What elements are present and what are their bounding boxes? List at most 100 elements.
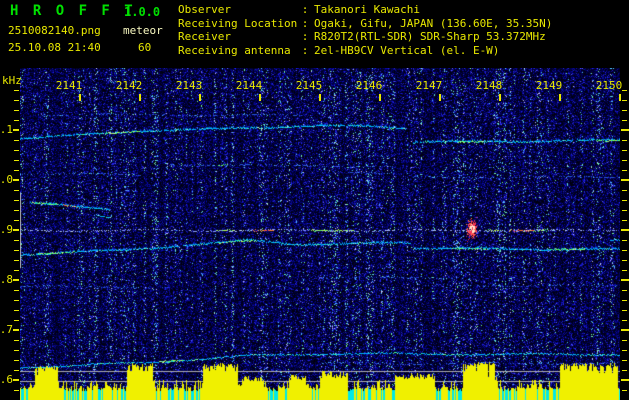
info-colon: :: [301, 3, 309, 16]
freq-minor-tick-left: [14, 320, 19, 321]
freq-label: 1.0: [0, 173, 13, 186]
freq-major-tick-left: [13, 129, 19, 131]
freq-minor-tick-left: [14, 370, 19, 371]
info-value: 2el-HB9CV Vertical (el. E-W): [314, 43, 500, 57]
freq-minor-tick-right: [622, 120, 627, 121]
freq-minor-tick-right: [622, 270, 627, 271]
freq-minor-tick-left: [14, 250, 19, 251]
app-title: H R O F F T: [10, 3, 136, 19]
freq-minor-tick-left: [14, 290, 19, 291]
freq-major-tick-left: [13, 229, 19, 231]
freq-minor-tick-right: [622, 390, 627, 391]
mode-label: meteor: [123, 24, 163, 37]
freq-label: 0.6: [0, 373, 13, 386]
freq-minor-tick-right: [622, 320, 627, 321]
freq-minor-tick-left: [14, 300, 19, 301]
freq-minor-tick-right: [622, 350, 627, 351]
freq-minor-tick-right: [622, 200, 627, 201]
freq-minor-tick-left: [14, 310, 19, 311]
freq-minor-tick-right: [622, 260, 627, 261]
freq-minor-tick-right: [622, 360, 627, 361]
freq-major-tick-right: [621, 279, 629, 281]
time-tick: [379, 94, 381, 101]
time-label: 2149: [535, 79, 563, 92]
freq-minor-tick-left: [14, 260, 19, 261]
info-row-location: Receiving Location: Ogaki, Gifu, JAPAN (1…: [178, 17, 552, 31]
freq-minor-tick-right: [622, 90, 627, 91]
time-tick: [559, 94, 561, 101]
time-tick: [79, 94, 81, 101]
freq-minor-tick-left: [14, 220, 19, 221]
time-tick: [139, 94, 141, 101]
freq-minor-tick-left: [14, 90, 19, 91]
freq-minor-tick-left: [14, 350, 19, 351]
freq-minor-tick-left: [14, 140, 19, 141]
info-label: Receiver: [178, 30, 231, 43]
freq-minor-tick-left: [14, 270, 19, 271]
time-tick: [499, 94, 501, 101]
interval-label: 60: [138, 41, 152, 54]
freq-major-tick-left: [13, 329, 19, 331]
freq-minor-tick-left: [14, 110, 19, 111]
info-value: Ogaki, Gifu, JAPAN (136.60E, 35.35N): [314, 16, 553, 30]
freq-major-tick-left: [13, 279, 19, 281]
freq-minor-tick-right: [622, 210, 627, 211]
freq-minor-tick-right: [622, 290, 627, 291]
time-label: 2147: [415, 79, 443, 92]
freq-minor-tick-right: [622, 190, 627, 191]
info-label: Receiving antenna: [178, 43, 291, 57]
freq-major-tick-right: [621, 329, 629, 331]
info-row-receiver: Receiver: R820T2(RTL-SDR) SDR-Sharp 53.37…: [178, 30, 552, 44]
y-axis-unit-label: kHz: [2, 74, 22, 87]
time-label: 2145: [295, 79, 323, 92]
time-tick: [199, 94, 201, 101]
time-label: 2142: [115, 79, 143, 92]
freq-minor-tick-right: [622, 240, 627, 241]
freq-minor-tick-right: [622, 340, 627, 341]
time-label: 2143: [175, 79, 203, 92]
station-info: Observer: Takanori Kawachi Receiving Loca…: [178, 3, 552, 57]
time-label: 2148: [475, 79, 503, 92]
freq-minor-tick-left: [14, 340, 19, 341]
freq-minor-tick-right: [622, 300, 627, 301]
info-label: Receiving Location: [178, 16, 298, 30]
time-label: 2146: [355, 79, 383, 92]
freq-minor-tick-right: [622, 250, 627, 251]
time-tick: [439, 94, 441, 101]
datetime-label: 25.10.08 21:40: [8, 41, 101, 54]
freq-minor-tick-right: [622, 170, 627, 171]
freq-minor-tick-left: [14, 390, 19, 391]
freq-minor-tick-left: [14, 210, 19, 211]
hrofft-screen: H R O F F T 1.0.0 2510082140.png meteor …: [0, 0, 629, 400]
time-tick: [619, 94, 621, 101]
freq-minor-tick-left: [14, 160, 19, 161]
time-tick: [259, 94, 261, 101]
freq-minor-tick-right: [622, 140, 627, 141]
info-row-antenna: Receiving antenna:2el-HB9CV Vertical (el…: [178, 44, 552, 58]
freq-minor-tick-right: [622, 160, 627, 161]
time-label: 2144: [235, 79, 263, 92]
freq-minor-tick-left: [14, 240, 19, 241]
freq-minor-tick-left: [14, 120, 19, 121]
freq-minor-tick-left: [14, 170, 19, 171]
freq-label: 0.8: [0, 273, 13, 286]
freq-minor-tick-right: [622, 310, 627, 311]
freq-major-tick-left: [13, 179, 19, 181]
freq-label: 0.9: [0, 223, 13, 236]
freq-minor-tick-left: [14, 360, 19, 361]
freq-minor-tick-right: [622, 370, 627, 371]
info-colon: :: [301, 16, 309, 30]
freq-major-tick-right: [621, 179, 629, 181]
time-label: 2141: [55, 79, 83, 92]
app-version: 1.0.0: [124, 5, 161, 19]
freq-label: 0.7: [0, 323, 13, 336]
freq-minor-tick-right: [622, 100, 627, 101]
spectrogram-canvas: [20, 68, 620, 400]
info-value: R820T2(RTL-SDR) SDR-Sharp 53.372MHz: [314, 30, 546, 43]
freq-label: 1.1: [0, 123, 13, 136]
info-label: Observer: [178, 3, 231, 16]
freq-minor-tick-left: [14, 200, 19, 201]
freq-minor-tick-right: [622, 150, 627, 151]
time-tick: [319, 94, 321, 101]
freq-minor-tick-right: [622, 110, 627, 111]
